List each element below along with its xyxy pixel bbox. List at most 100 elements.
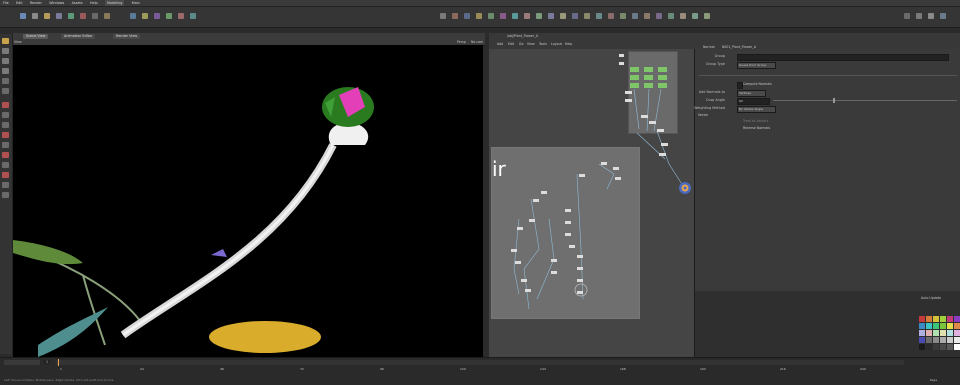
shelf-tool-icon[interactable] (584, 13, 590, 19)
menu-assets[interactable]: Assets (72, 0, 83, 6)
pose-tool-icon[interactable] (2, 88, 9, 94)
parameter-header: Normal N001_Plant_Flower_A (694, 33, 960, 49)
desktop-selector[interactable]: Modeling (104, 0, 125, 6)
shelf-tool-icon[interactable] (512, 13, 518, 19)
cusp-angle-field[interactable]: 60 (737, 98, 770, 105)
display-tool-icon[interactable] (2, 122, 9, 128)
shelf-tool-icon[interactable] (668, 13, 674, 19)
shelf-tool-icon[interactable] (940, 13, 946, 19)
menu-render[interactable]: Render (30, 0, 42, 6)
shelf-tool-icon[interactable] (476, 13, 482, 19)
net-menu-edit[interactable]: Edit (508, 42, 514, 46)
shelf-tool-icon[interactable] (572, 13, 578, 19)
shelf-tool-icon[interactable] (92, 13, 98, 19)
grid-tool-icon[interactable] (2, 192, 9, 198)
timeline[interactable]: 1 1 24 48 72 96 120 144 168 192 216 240 … (0, 357, 960, 385)
shelf-tool-icon[interactable] (560, 13, 566, 19)
tab-animation-editor[interactable]: Animation Editor (61, 34, 96, 39)
shelf-tool-icon[interactable] (596, 13, 602, 19)
network-editor[interactable]: ir (489, 49, 694, 357)
tab-render-view[interactable]: Render View (113, 34, 141, 39)
shelf-tool-icon[interactable] (104, 13, 110, 19)
shelf-tool-icon[interactable] (130, 13, 136, 19)
rotate-tool-icon[interactable] (2, 58, 9, 64)
shelf-tool-icon[interactable] (548, 13, 554, 19)
shelf-tool-icon[interactable] (916, 13, 922, 19)
shelf-tool-icon[interactable] (632, 13, 638, 19)
menu-edit[interactable]: Edit (16, 0, 23, 6)
camera-label[interactable]: No cam (471, 40, 483, 44)
shelf-tool-icon[interactable] (44, 13, 50, 19)
net-menu-help[interactable]: Help (565, 42, 572, 46)
menu-help[interactable]: Help (90, 0, 98, 6)
shelf-tool-icon[interactable] (524, 13, 530, 19)
shelf-tool-icon[interactable] (680, 13, 686, 19)
shelf-tool-icon[interactable] (500, 13, 506, 19)
shelf-tool-icon[interactable] (20, 13, 26, 19)
network-path[interactable]: /obj/Plant_Flower_A (507, 34, 538, 38)
persp-label[interactable]: Persp (457, 40, 466, 44)
cusp-angle-slider-handle[interactable] (833, 98, 835, 103)
section-vector[interactable]: Vector (698, 113, 708, 117)
cusp-angle-slider[interactable] (773, 100, 957, 101)
shelf-tool-icon[interactable] (68, 13, 74, 19)
add-normals-select[interactable]: Vertices (737, 90, 766, 97)
light-tool-icon[interactable] (2, 132, 9, 138)
net-menu-go[interactable]: Go (519, 42, 523, 46)
shelf-tool-icon[interactable] (166, 13, 172, 19)
auto-update-label[interactable]: Auto Update (921, 296, 941, 300)
net-menu-add[interactable]: Add (497, 42, 503, 46)
reverse-normals-label[interactable]: Reverse Normals (743, 126, 770, 130)
shelf-tool-icon[interactable] (190, 13, 196, 19)
shelf-tool-icon[interactable] (154, 13, 160, 19)
current-frame-field[interactable]: 1 (44, 360, 51, 364)
shelf-tool-icon[interactable] (644, 13, 650, 19)
timeline-bar[interactable] (56, 360, 904, 365)
scale-tool-icon[interactable] (2, 68, 9, 74)
treat-as-vectors-label[interactable]: Treat as Vectors (743, 119, 768, 123)
shelf-tool-icon[interactable] (608, 13, 614, 19)
net-menu-tools[interactable]: Tools (539, 42, 547, 46)
weighting-method-select[interactable]: By Vertex Angle (737, 106, 776, 113)
view-tool-icon[interactable] (2, 102, 9, 108)
playhead[interactable] (58, 359, 59, 366)
menu-file[interactable]: File (3, 0, 9, 6)
group-field[interactable] (737, 54, 949, 61)
shelf-tool-icon[interactable] (440, 13, 446, 19)
take-selector[interactable]: Main (132, 0, 140, 6)
shelf-tool-icon[interactable] (536, 13, 542, 19)
keys-button[interactable]: Keys (930, 378, 937, 382)
shelf-tool-icon[interactable] (464, 13, 470, 19)
shelf-tool-icon[interactable] (80, 13, 86, 19)
shelf-tool-icon[interactable] (488, 13, 494, 19)
tab-scene-view[interactable]: Scene View (23, 34, 49, 39)
shelf-tool-icon[interactable] (692, 13, 698, 19)
snap-tool-icon[interactable] (2, 112, 9, 118)
group-type-select[interactable]: Guess from Group (737, 62, 776, 69)
net-menu-layout[interactable]: Layout (551, 42, 562, 46)
shelf-tool-icon[interactable] (656, 13, 662, 19)
shelf-tool-icon[interactable] (452, 13, 458, 19)
color-palette[interactable] (919, 316, 960, 357)
shelf-tool-icon[interactable] (142, 13, 148, 19)
select-tool-icon[interactable] (2, 38, 9, 44)
shelf-tool-icon[interactable] (704, 13, 710, 19)
move-tool-icon[interactable] (2, 48, 9, 54)
paint-tool-icon[interactable] (2, 172, 9, 178)
shelf-tool-icon[interactable] (904, 13, 910, 19)
3d-viewport[interactable] (12, 45, 483, 357)
shelf-tool-icon[interactable] (56, 13, 62, 19)
shelf-tool-icon[interactable] (178, 13, 184, 19)
render-tool-icon[interactable] (2, 152, 9, 158)
measure-tool-icon[interactable] (2, 182, 9, 188)
brush-tool-icon[interactable] (2, 162, 9, 168)
handle-tool-icon[interactable] (2, 78, 9, 84)
shelf-tool-icon[interactable] (32, 13, 38, 19)
play-controls[interactable] (4, 360, 40, 365)
shelf-tool-icon[interactable] (620, 13, 626, 19)
compute-normals-label: Compute Normals (743, 82, 772, 86)
camera-tool-icon[interactable] (2, 142, 9, 148)
net-menu-view[interactable]: View (527, 42, 535, 46)
menu-windows[interactable]: Windows (49, 0, 64, 6)
shelf-tool-icon[interactable] (928, 13, 934, 19)
